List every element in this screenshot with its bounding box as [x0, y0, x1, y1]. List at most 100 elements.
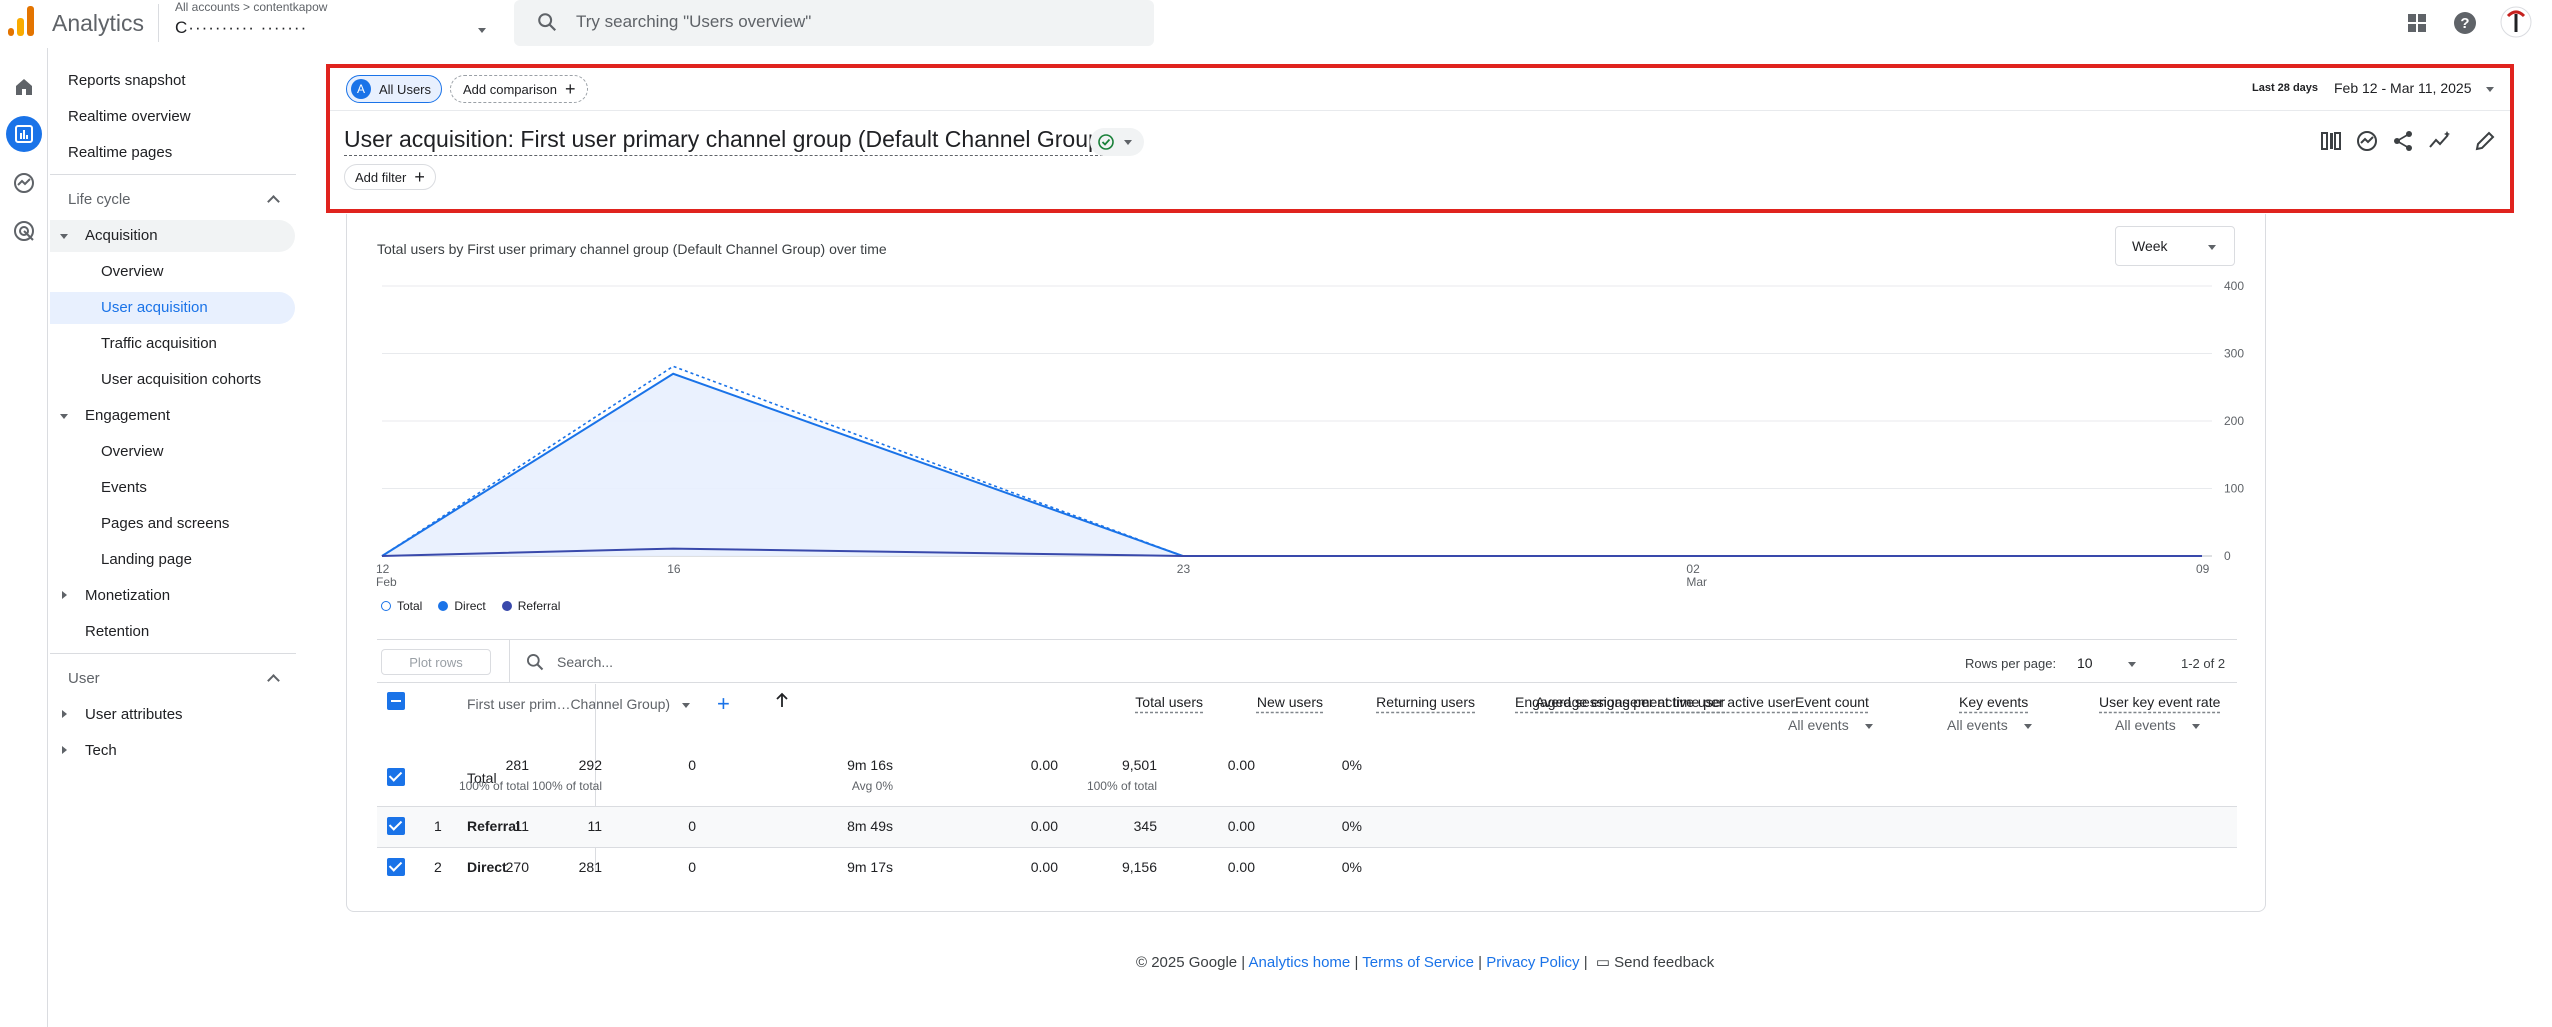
- sidebar-item-realtime-pages[interactable]: Realtime pages: [68, 144, 172, 161]
- chevron-down-icon[interactable]: [2128, 662, 2136, 667]
- footer-link-send-feedback[interactable]: Send feedback: [1614, 954, 1714, 971]
- interval-select[interactable]: Week: [2115, 226, 2235, 266]
- add-dimension-button[interactable]: +: [717, 691, 730, 717]
- key-events-filter[interactable]: All events: [1947, 717, 2008, 733]
- apps-grid-icon[interactable]: [2404, 10, 2430, 36]
- sidebar-item-acquisition[interactable]: Acquisition: [85, 227, 158, 244]
- plus-icon: +: [414, 166, 425, 187]
- sort-ascending-icon[interactable]: [775, 692, 789, 708]
- total-row-checkbox[interactable]: [387, 768, 405, 786]
- footer-link-terms[interactable]: Terms of Service: [1362, 954, 1474, 971]
- explore-nav-button[interactable]: [6, 165, 42, 201]
- date-range-picker[interactable]: Feb 12 - Mar 11, 2025: [2334, 80, 2471, 96]
- top-bar: Analytics All accounts > contentkapow C·…: [0, 0, 2552, 48]
- chevron-down-icon[interactable]: [2486, 87, 2494, 92]
- segment-chip-all-users[interactable]: A All Users: [346, 75, 443, 103]
- sidebar-item-landing-page[interactable]: Landing page: [101, 551, 192, 568]
- row-name[interactable]: Direct: [467, 859, 507, 875]
- dimension-selector[interactable]: First user prim…Channel Group): [467, 696, 670, 712]
- line-chart[interactable]: 400 300 200 100 0 12Feb 16 23 02Mar 09: [347, 266, 2267, 586]
- column-header-event-count[interactable]: Event count: [1795, 694, 1869, 710]
- sidebar-section-lifecycle[interactable]: Life cycle: [68, 191, 131, 208]
- sidebar-item-reports-snapshot[interactable]: Reports snapshot: [68, 72, 186, 89]
- caret-down-icon[interactable]: [60, 414, 68, 419]
- column-header-total-users[interactable]: Total users: [1135, 694, 1203, 710]
- account-dropdown-icon[interactable]: [478, 28, 486, 33]
- legend-label-total[interactable]: Total: [397, 599, 422, 613]
- chevron-down-icon[interactable]: [2192, 724, 2200, 729]
- table-cell: 0: [688, 859, 696, 875]
- edit-pencil-icon[interactable]: [2474, 130, 2496, 152]
- sidebar-section-user[interactable]: User: [68, 670, 100, 687]
- add-comparison-button[interactable]: Add comparison +: [450, 75, 589, 103]
- sidebar-item-events[interactable]: Events: [101, 479, 147, 496]
- report-status-button[interactable]: [1090, 128, 1144, 156]
- avatar[interactable]: [2500, 6, 2532, 38]
- sidebar-item-monetization[interactable]: Monetization: [85, 587, 170, 604]
- share-icon[interactable]: [2392, 130, 2414, 152]
- account-breadcrumb[interactable]: All accounts > contentkapow: [175, 0, 327, 14]
- column-header-engaged-sessions[interactable]: Engaged sessions per active user: [1515, 694, 1725, 710]
- caret-right-icon[interactable]: [62, 591, 67, 599]
- sidebar-item-engagement-overview[interactable]: Overview: [101, 443, 164, 460]
- add-comparison-label: Add comparison: [463, 81, 557, 97]
- caret-down-icon[interactable]: [60, 234, 68, 239]
- sidebar-item-tech[interactable]: Tech: [85, 742, 117, 759]
- legend-label-referral[interactable]: Referral: [518, 599, 561, 613]
- add-filter-label: Add filter: [355, 169, 407, 185]
- sidebar-item-user-attributes[interactable]: User attributes: [85, 706, 183, 723]
- sidebar-item-retention[interactable]: Retention: [85, 623, 149, 640]
- footer-link-privacy[interactable]: Privacy Policy: [1486, 954, 1579, 971]
- chevron-down-icon[interactable]: [2024, 724, 2032, 729]
- event-count-filter[interactable]: All events: [1788, 717, 1849, 733]
- total-cell: 0.00: [1227, 757, 1255, 773]
- sidebar-item-traffic-acquisition[interactable]: Traffic acquisition: [101, 335, 217, 352]
- home-nav-button[interactable]: [6, 69, 42, 105]
- key-event-rate-filter[interactable]: All events: [2115, 717, 2176, 733]
- caret-right-icon[interactable]: [62, 746, 67, 754]
- search-input[interactable]: Try searching "Users overview": [514, 0, 1154, 46]
- reports-nav-button[interactable]: [6, 116, 42, 152]
- sidebar-item-acquisition-overview[interactable]: Overview: [101, 263, 164, 280]
- chevron-down-icon[interactable]: [682, 703, 690, 708]
- footer-link-analytics-home[interactable]: Analytics home: [1249, 954, 1351, 971]
- sidebar-item-realtime-overview[interactable]: Realtime overview: [68, 108, 191, 125]
- column-header-key-events[interactable]: Key events: [1959, 694, 2028, 710]
- chevron-up-icon[interactable]: [267, 674, 280, 687]
- advertising-nav-button[interactable]: [6, 213, 42, 249]
- sidebar-item-user-acquisition[interactable]: User acquisition: [101, 299, 208, 316]
- column-header-user-key-event-rate[interactable]: User key event rate: [2099, 694, 2220, 710]
- total-cell: 9,501: [1121, 757, 1157, 773]
- chevron-down-icon[interactable]: [1865, 724, 1873, 729]
- sidebar-item-engagement[interactable]: Engagement: [85, 407, 170, 424]
- analytics-logo-icon[interactable]: [8, 6, 34, 36]
- legend-label-direct[interactable]: Direct: [454, 599, 485, 613]
- select-all-checkbox[interactable]: [387, 692, 405, 710]
- column-header-new-users[interactable]: New users: [1257, 694, 1323, 710]
- legend-swatch-direct: [438, 601, 449, 611]
- add-filter-button[interactable]: Add filter +: [344, 164, 436, 190]
- header-divider: [330, 110, 2510, 111]
- column-header-returning-users[interactable]: Returning users: [1376, 694, 1475, 710]
- rows-per-page-select[interactable]: 10: [2077, 655, 2093, 671]
- sidebar-item-user-acquisition-cohorts[interactable]: User acquisition cohorts: [101, 371, 261, 388]
- chart-legend: Total Direct Referral: [381, 598, 560, 614]
- page-title[interactable]: User acquisition: First user primary cha…: [344, 126, 1109, 156]
- trend-sparkle-icon[interactable]: [2428, 130, 2452, 152]
- chevron-up-icon[interactable]: [267, 195, 280, 208]
- sidebar-item-pages-and-screens[interactable]: Pages and screens: [101, 515, 229, 532]
- row-checkbox[interactable]: [387, 858, 405, 876]
- legend-swatch-referral: [501, 601, 512, 611]
- caret-right-icon[interactable]: [62, 710, 67, 718]
- row-checkbox[interactable]: [387, 817, 405, 835]
- account-selector[interactable]: C·········· ·······: [175, 18, 307, 40]
- table-search-input[interactable]: Search...: [557, 654, 613, 670]
- table-row[interactable]: [377, 807, 2237, 847]
- plot-rows-button[interactable]: Plot rows: [381, 649, 491, 675]
- insights-chart-icon[interactable]: [2356, 130, 2378, 152]
- row-name[interactable]: Referral: [467, 818, 520, 834]
- table-cell: 0%: [1341, 818, 1362, 834]
- help-icon[interactable]: ?: [2452, 10, 2478, 36]
- compare-columns-icon[interactable]: [2320, 130, 2342, 152]
- home-icon: [16, 79, 32, 95]
